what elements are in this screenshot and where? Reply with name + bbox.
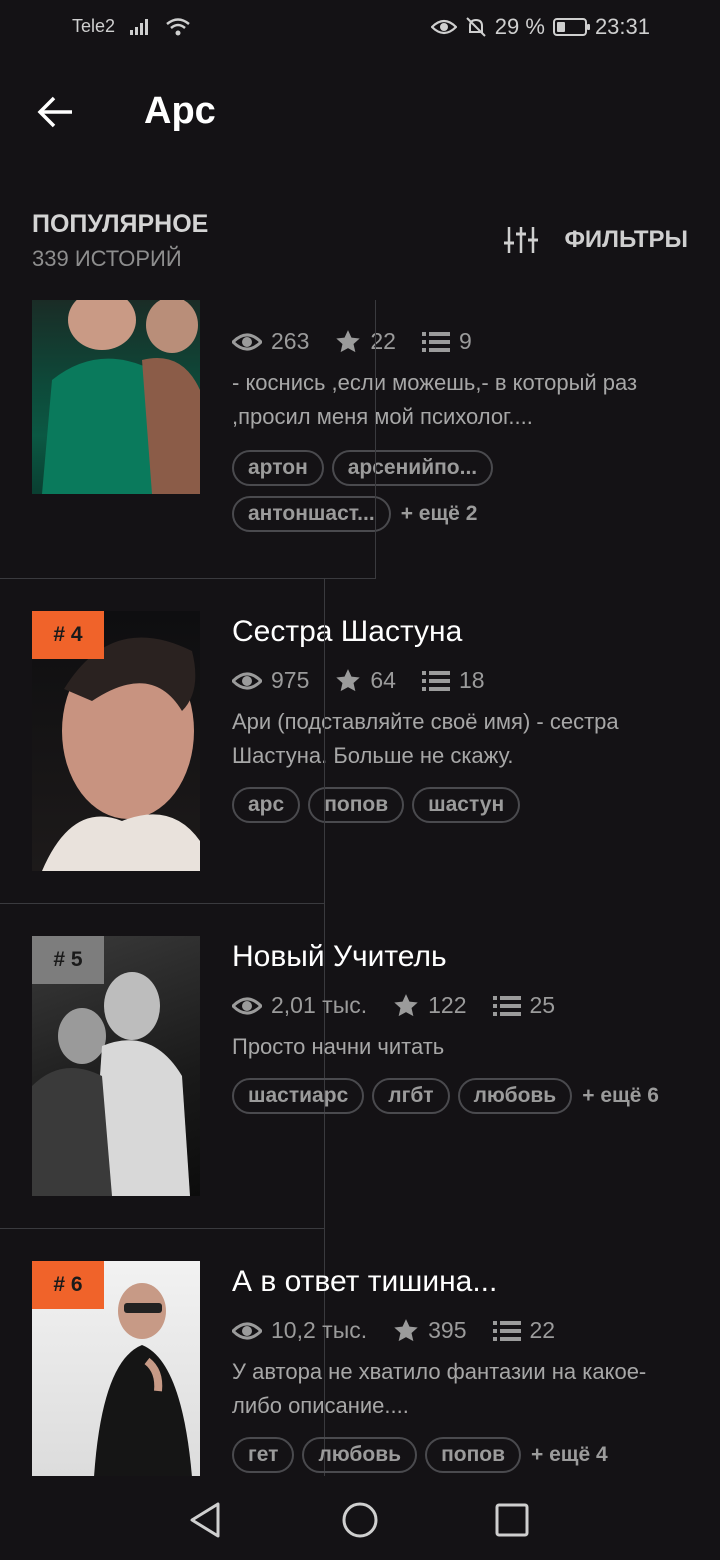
clock: 23:31 bbox=[594, 14, 650, 39]
story-cover: # 5 bbox=[32, 936, 200, 1196]
story-count: 339 ИСТОРИЙ bbox=[32, 246, 182, 271]
eye-icon bbox=[232, 333, 262, 350]
section-title: ПОПУЛЯРНОЕ bbox=[32, 210, 209, 238]
divider bbox=[375, 300, 376, 578]
story-card[interactable]: # 6 А в ответ тишина... 10,2 тыс. 395 22… bbox=[0, 1229, 720, 1476]
rank-badge: # 6 bbox=[32, 1261, 104, 1309]
story-card[interactable]: # 4 Сестра Шастуна 975 64 18 Ари (подста… bbox=[0, 579, 720, 903]
signal-icon bbox=[130, 18, 149, 35]
system-nav-bar bbox=[0, 1476, 720, 1560]
chapters-list-icon bbox=[421, 331, 450, 352]
rank-badge: # 5 bbox=[32, 936, 104, 984]
recents-square-icon[interactable] bbox=[492, 1500, 532, 1540]
chapters-count: 9 bbox=[458, 328, 472, 354]
carrier-label: Tele2 bbox=[72, 16, 116, 36]
story-description: - коснись ,если можешь,- в который раз ,… bbox=[232, 370, 638, 429]
stars-count: 395 bbox=[428, 1317, 467, 1343]
chapters-list-icon bbox=[421, 670, 450, 691]
story-card[interactable]: 263 22 9 - коснись ,если можешь,- в кото… bbox=[0, 300, 720, 578]
more-tags[interactable]: + ещё 6 bbox=[582, 1084, 659, 1108]
chapters-count: 18 bbox=[458, 667, 485, 693]
story-description: Просто начни читать bbox=[232, 1034, 445, 1059]
star-icon bbox=[394, 1318, 418, 1341]
cover-art bbox=[42, 300, 200, 494]
story-title: Новый Учитель bbox=[232, 940, 447, 973]
tag-list: артон арсенийпо... антоншаст... + ещё 2 bbox=[232, 450, 532, 532]
tag-chip[interactable]: арсенийпо... bbox=[331, 450, 494, 486]
battery-icon bbox=[552, 18, 590, 36]
star-icon bbox=[336, 668, 361, 691]
app-bar: Арс bbox=[0, 60, 720, 170]
tag-chip[interactable]: артон bbox=[232, 450, 324, 486]
tag-chip[interactable]: попов bbox=[308, 787, 405, 823]
section-header: ПОПУЛЯРНОЕ 339 ИСТОРИЙ ФИЛЬТРЫ bbox=[0, 200, 720, 300]
eye-comfort-icon bbox=[430, 19, 457, 35]
filters-button[interactable]: ФИЛЬТРЫ bbox=[504, 225, 688, 255]
story-cover: # 6 bbox=[32, 1261, 200, 1476]
story-stats: 263 22 9 bbox=[232, 328, 498, 355]
more-tags[interactable]: + ещё 2 bbox=[401, 502, 478, 526]
views-count: 263 bbox=[271, 328, 310, 354]
tag-chip[interactable]: любовь bbox=[302, 1437, 418, 1473]
story-title: А в ответ тишина... bbox=[232, 1265, 498, 1298]
views-count: 975 bbox=[271, 667, 310, 693]
star-icon bbox=[336, 329, 361, 352]
more-tags[interactable]: + ещё 4 bbox=[531, 1443, 608, 1467]
story-card[interactable]: # 5 Новый Учитель 2,01 тыс. 122 25 Прост… bbox=[0, 904, 720, 1228]
views-count: 2,01 тыс. bbox=[271, 992, 368, 1018]
story-list[interactable]: 263 22 9 - коснись ,если можешь,- в кото… bbox=[0, 300, 720, 1476]
filters-label: ФИЛЬТРЫ bbox=[564, 226, 688, 253]
page-title: Арс bbox=[144, 90, 216, 132]
wifi-icon bbox=[166, 17, 190, 35]
eye-icon bbox=[232, 672, 262, 689]
tag-chip[interactable]: антоншаст... bbox=[232, 496, 391, 532]
chapters-list-icon bbox=[492, 995, 521, 1016]
story-stats: 10,2 тыс. 395 22 bbox=[232, 1317, 581, 1344]
story-cover: # 4 bbox=[32, 611, 200, 871]
story-stats: 975 64 18 bbox=[232, 667, 511, 694]
story-stats: 2,01 тыс. 122 25 bbox=[232, 992, 581, 1019]
back-arrow-icon[interactable] bbox=[34, 90, 78, 134]
story-title: Сестра Шастуна bbox=[232, 615, 463, 648]
chapters-count: 25 bbox=[529, 992, 556, 1018]
star-icon bbox=[394, 993, 418, 1016]
tag-chip[interactable]: гет bbox=[232, 1437, 295, 1473]
tag-chip[interactable]: шастиарс bbox=[232, 1078, 365, 1114]
tag-chip[interactable]: арс bbox=[232, 787, 301, 823]
story-cover bbox=[32, 300, 200, 494]
chapters-list-icon bbox=[492, 1320, 521, 1341]
tag-list: гет любовь попов + ещё 4 bbox=[232, 1437, 702, 1473]
tag-chip[interactable]: лгбт bbox=[372, 1078, 450, 1114]
tag-list: шастиарс лгбт любовь + ещё 6 bbox=[232, 1078, 702, 1114]
tag-chip[interactable]: попов bbox=[425, 1437, 521, 1473]
sliders-icon bbox=[504, 227, 539, 253]
tag-chip[interactable]: шастун bbox=[412, 787, 521, 823]
bell-muted-icon bbox=[466, 17, 486, 37]
status-bar: Tele2 29 % 23:31 bbox=[0, 0, 720, 56]
story-description: Ари (подставляйте своё имя) - сестра Шас… bbox=[232, 709, 619, 768]
views-count: 10,2 тыс. bbox=[271, 1317, 368, 1343]
battery-percent: 29 % bbox=[494, 14, 545, 39]
tag-chip[interactable]: любовь bbox=[457, 1078, 573, 1114]
rank-badge: # 4 bbox=[32, 611, 104, 659]
back-triangle-icon[interactable] bbox=[186, 1500, 226, 1540]
eye-icon bbox=[232, 997, 262, 1014]
story-description: У автора не хватило фантазии на какое-ли… bbox=[232, 1359, 647, 1418]
stars-count: 64 bbox=[370, 667, 396, 693]
home-circle-icon[interactable] bbox=[340, 1500, 380, 1540]
stars-count: 122 bbox=[428, 992, 467, 1018]
chapters-count: 22 bbox=[529, 1317, 556, 1343]
tag-list: арс попов шастун bbox=[232, 787, 702, 823]
eye-icon bbox=[232, 1322, 262, 1339]
